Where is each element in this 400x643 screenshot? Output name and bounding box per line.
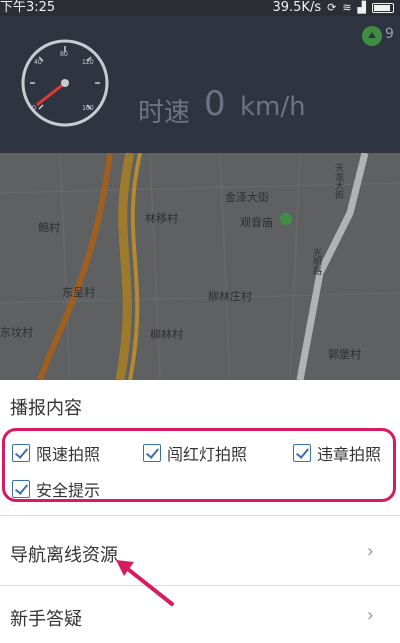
- speed-panel: 80 40 120 0 160 时速 0 km/h 9: [0, 16, 400, 153]
- map-label: 光明路: [311, 248, 321, 275]
- option-label: 闯红灯拍照: [167, 445, 248, 464]
- map-label: 金泽大街: [225, 191, 269, 204]
- wifi-icon: ≋: [342, 1, 352, 14]
- status-time: 下午3:25: [0, 0, 56, 15]
- status-bar: 下午3:25 39.5K/s ⟳ ≋ ▟: [0, 0, 400, 16]
- map-label: 柳林庄村: [208, 290, 252, 303]
- map-label: 东呈村: [62, 286, 95, 299]
- option-red-light-camera[interactable]: 闯红灯拍照: [143, 441, 247, 465]
- chevron-right-icon: ›: [366, 541, 374, 562]
- map-label: 郭堡村: [328, 348, 361, 361]
- checkbox-checked-icon[interactable]: [293, 444, 311, 462]
- map-view[interactable]: 金泽大街 鲍村 林移村 观音庙 东呈村 柳林庄村 柳林村 郭堡村 东坟村 光明路…: [0, 153, 400, 380]
- row-label: 新手答疑: [10, 609, 82, 630]
- battery-icon: [372, 3, 394, 13]
- gps-count: 9: [385, 26, 394, 42]
- option-label: 限速拍照: [36, 445, 101, 464]
- option-speed-camera[interactable]: 限速拍照: [12, 441, 100, 465]
- gps-satellite-icon: [362, 26, 382, 46]
- checkbox-checked-icon[interactable]: [12, 480, 30, 498]
- settings-panel: 播报内容 限速拍照 闯红灯拍照 违章拍照 安全提示 导航离线资源 › 新手答疑 …: [0, 380, 400, 643]
- gauge-needle: [36, 81, 67, 106]
- checkbox-checked-icon[interactable]: [12, 444, 30, 462]
- speed-unit: km/h: [240, 92, 306, 122]
- offline-resources-row[interactable]: 导航离线资源 ›: [0, 523, 400, 581]
- beginner-faq-row[interactable]: 新手答疑 ›: [0, 587, 400, 643]
- signal-icon: ▟: [357, 1, 366, 14]
- divider: [0, 515, 400, 516]
- gauge-tick-0: 0: [32, 105, 36, 112]
- map-label: 柳林村: [150, 328, 183, 341]
- map-label: 东坟村: [0, 326, 33, 339]
- gauge-tick-40: 40: [34, 59, 42, 66]
- option-label: 违章拍照: [317, 445, 382, 464]
- sync-icon: ⟳: [327, 1, 337, 14]
- speed-value: 0: [204, 84, 226, 124]
- annotation-arrow: [116, 560, 174, 606]
- option-safety-tips[interactable]: 安全提示: [12, 477, 100, 501]
- divider: [0, 585, 400, 586]
- section-title: 播报内容: [10, 398, 82, 419]
- speedometer-gauge: 80 40 120 0 160: [21, 39, 109, 127]
- network-speed: 39.5K/s: [272, 0, 322, 15]
- option-label: 安全提示: [36, 481, 101, 500]
- checkbox-checked-icon[interactable]: [143, 444, 161, 462]
- map-label: 观音庙: [240, 216, 273, 229]
- gauge-tick-120: 120: [82, 59, 94, 66]
- map-label: 天龙大街: [333, 163, 343, 199]
- map-label: 鲍村: [38, 221, 60, 234]
- option-violation-camera[interactable]: 违章拍照: [293, 441, 381, 465]
- row-label: 导航离线资源: [10, 545, 118, 566]
- gauge-tick-80: 80: [60, 51, 68, 58]
- gauge-tick-160: 160: [82, 105, 94, 112]
- status-right: 39.5K/s ⟳ ≋ ▟: [272, 0, 394, 16]
- speed-label: 时速: [138, 98, 191, 128]
- chevron-right-icon: ›: [366, 605, 374, 626]
- map-label: 林移村: [145, 212, 178, 225]
